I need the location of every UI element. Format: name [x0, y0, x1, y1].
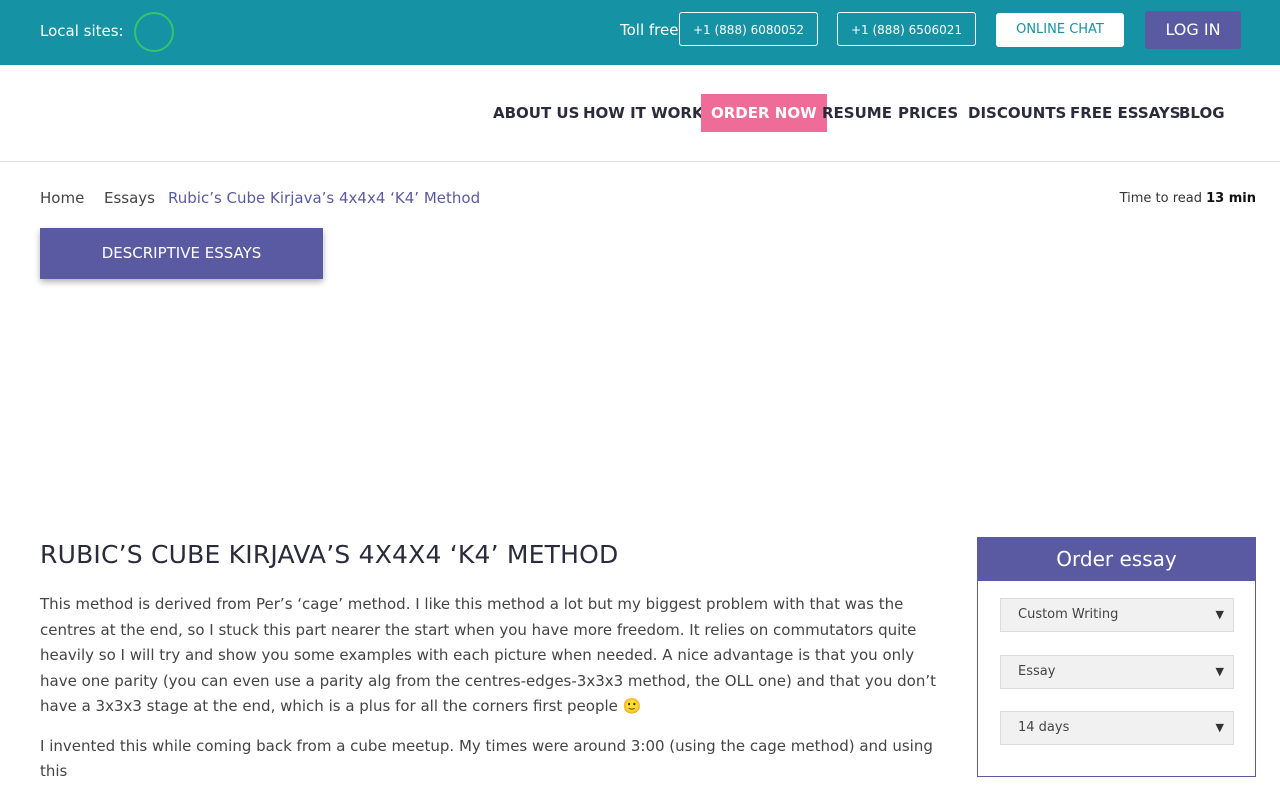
- read-time: Time to read 13 min: [1120, 191, 1256, 206]
- nav-about-us[interactable]: ABOUT US: [493, 94, 579, 132]
- online-chat-button[interactable]: ONLINE CHAT: [996, 13, 1124, 47]
- deadline-select-value: 14 days: [1018, 720, 1070, 735]
- breadcrumb-essays[interactable]: Essays: [104, 189, 155, 207]
- phone-button-2[interactable]: +1 (888) 6506021: [837, 12, 976, 46]
- local-sites-label: Local sites:: [40, 22, 124, 40]
- nav-discounts[interactable]: DISCOUNTS: [968, 94, 1066, 132]
- nav-prices[interactable]: PRICES: [898, 94, 958, 132]
- chevron-down-icon: ▼: [1215, 721, 1224, 734]
- article-title: RUBIC’S CUBE KIRJAVA’S 4X4X4 ‘K4’ METHOD: [40, 540, 619, 569]
- breadcrumb-home[interactable]: Home: [40, 189, 84, 207]
- deadline-select[interactable]: 14 days ▼: [1000, 711, 1234, 745]
- phone-button-1[interactable]: +1 (888) 6080052: [679, 12, 818, 46]
- service-select[interactable]: Custom Writing ▼: [1000, 598, 1234, 632]
- order-widget: Order essay Custom Writing ▼ Essay ▼ 14 …: [977, 537, 1256, 777]
- breadcrumb-current: Rubic’s Cube Kirjava’s 4x4x4 ‘K4’ Method: [168, 189, 481, 207]
- article-paragraph: I invented this while coming back from a…: [40, 736, 933, 781]
- chevron-down-icon: ▼: [1215, 608, 1224, 621]
- order-widget-title: Order essay: [978, 538, 1255, 581]
- article-paragraph: This method is derived from Per’s ‘cage’…: [40, 595, 937, 715]
- nav-blog[interactable]: BLOG: [1179, 94, 1225, 132]
- top-bar: Local sites: Toll free +1 (888) 6080052 …: [0, 0, 1280, 65]
- category-button[interactable]: DESCRIPTIVE ESSAYS: [40, 228, 323, 279]
- nav-free-essays[interactable]: FREE ESSAYS: [1070, 94, 1181, 132]
- service-select-value: Custom Writing: [1018, 607, 1119, 622]
- login-button[interactable]: LOG IN: [1145, 11, 1241, 49]
- paper-type-select[interactable]: Essay ▼: [1000, 655, 1234, 689]
- local-sites-globe-icon[interactable]: [134, 12, 174, 52]
- chevron-down-icon: ▼: [1215, 665, 1224, 678]
- nav-how-it-works[interactable]: HOW IT WORKS: [583, 94, 714, 132]
- read-time-value: 13 min: [1206, 191, 1256, 206]
- read-time-label: Time to read: [1119, 191, 1202, 206]
- paper-type-select-value: Essay: [1018, 664, 1056, 679]
- nav-order-now[interactable]: ORDER NOW: [701, 94, 827, 132]
- nav-resume[interactable]: RESUME: [822, 94, 892, 132]
- toll-free-label: Toll free: [620, 21, 679, 39]
- main-nav: ABOUT US HOW IT WORKS ORDER NOW RESUME P…: [0, 65, 1280, 162]
